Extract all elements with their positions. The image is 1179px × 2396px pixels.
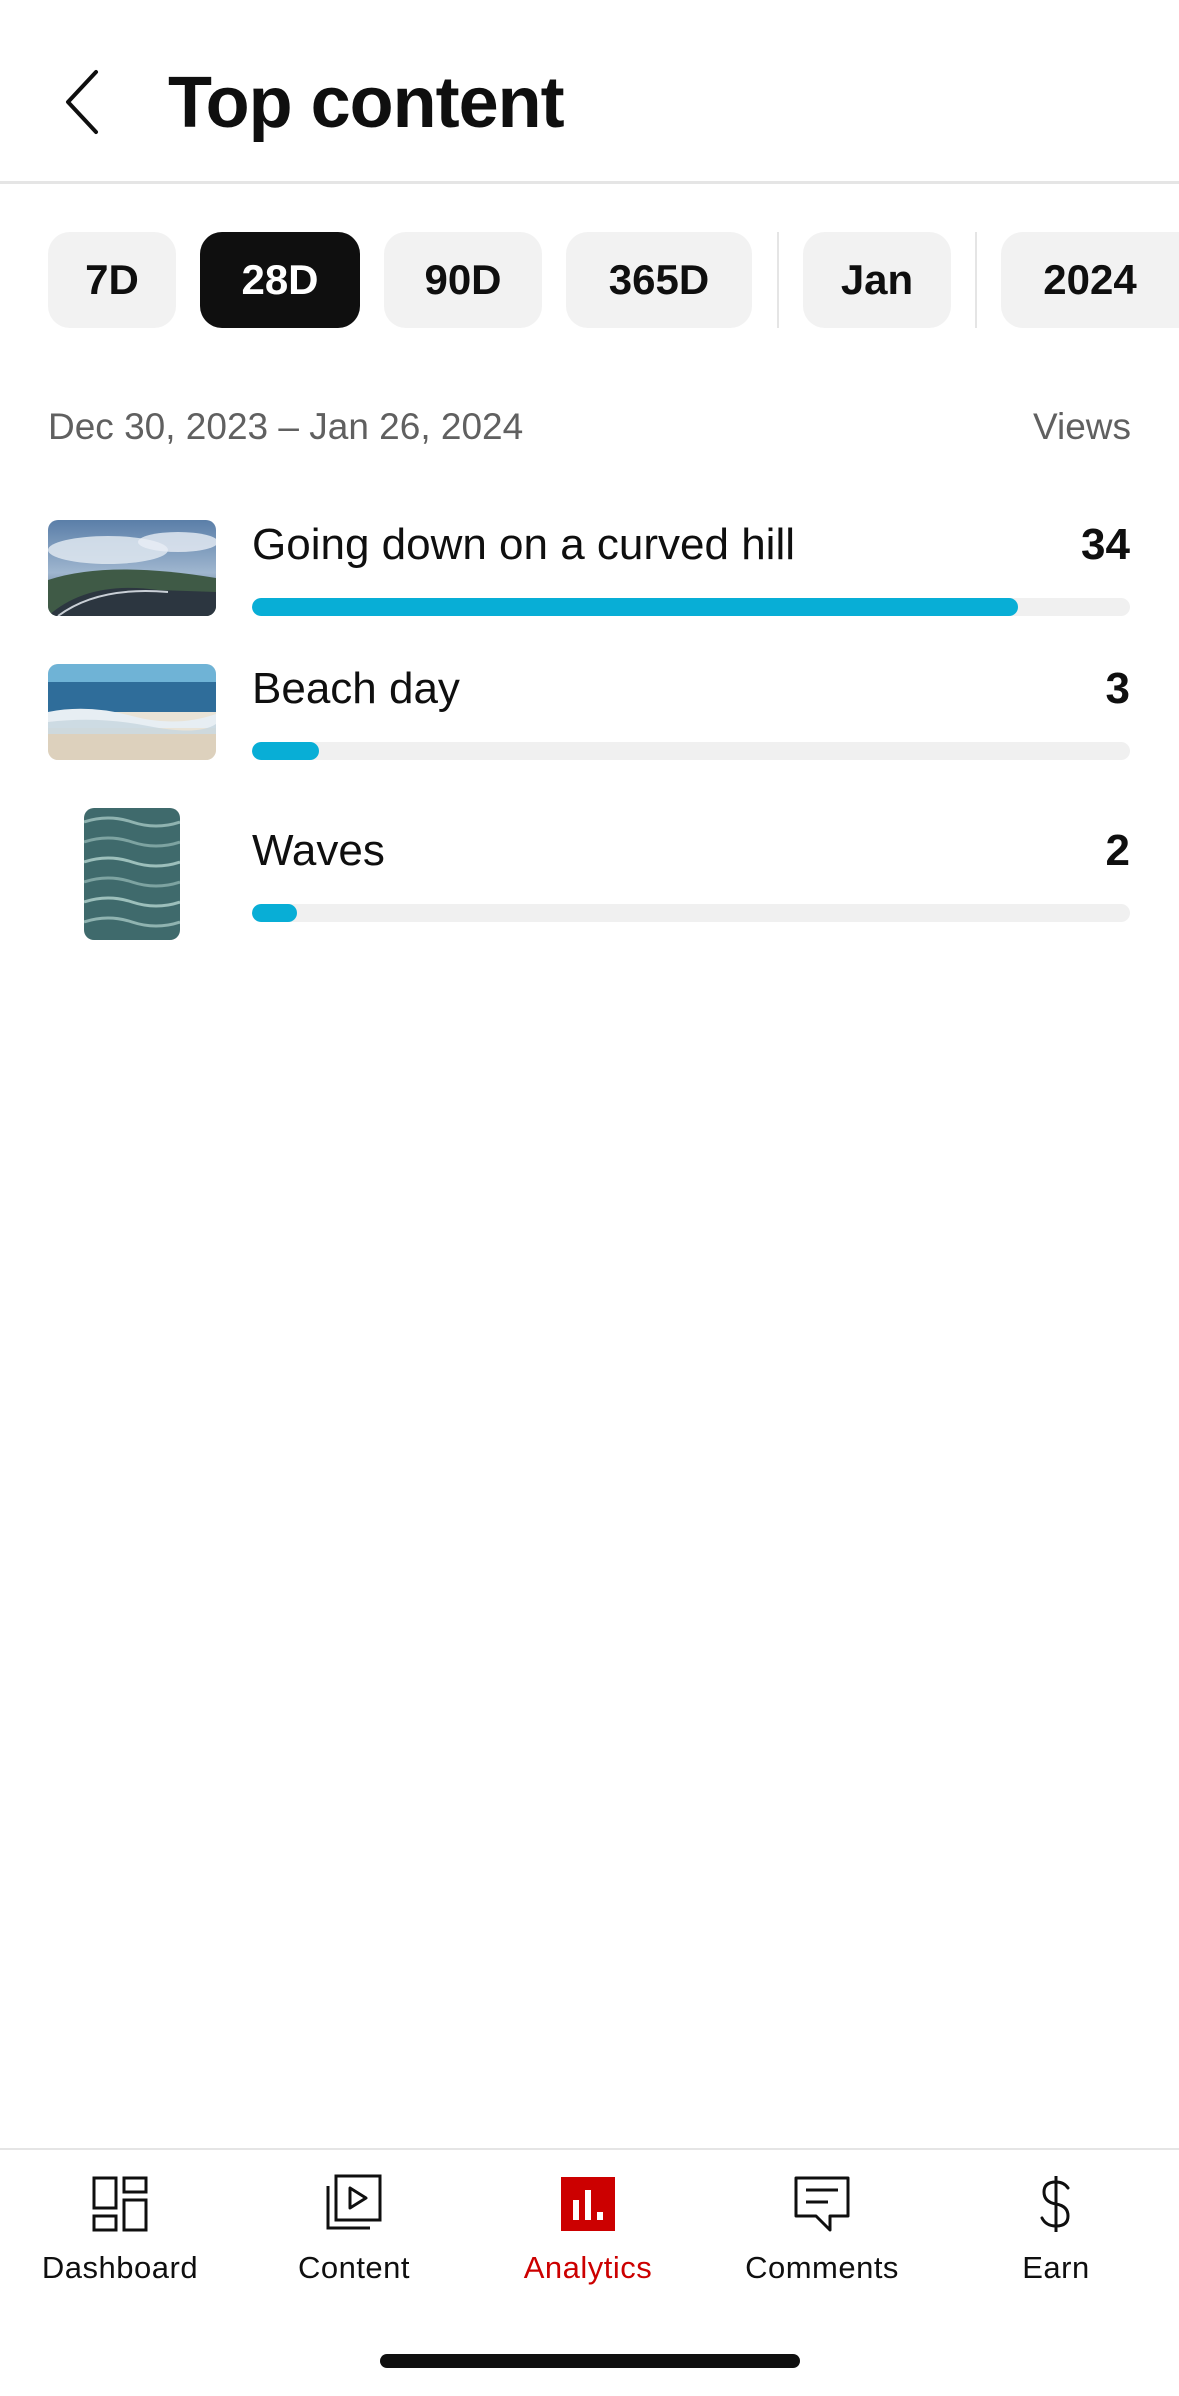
- nav-content[interactable]: Content: [254, 2172, 454, 2312]
- chip-7d[interactable]: 7D: [48, 232, 176, 328]
- nav-dashboard[interactable]: Dashboard: [20, 2172, 220, 2312]
- item-title: Beach day: [252, 664, 460, 713]
- views-bar-fill: [252, 598, 1018, 616]
- views-bar-track: [252, 742, 1130, 760]
- views-bar-fill: [252, 742, 319, 760]
- chip-divider: [975, 232, 977, 328]
- views-bar-fill: [252, 904, 297, 922]
- chip-90d[interactable]: 90D: [384, 232, 542, 328]
- period-chips: 7D 28D 90D 365D Jan 2024: [0, 232, 1179, 330]
- nav-label: Earn: [1022, 2250, 1090, 2285]
- nav-label: Comments: [745, 2250, 899, 2285]
- item-views: 3: [1105, 664, 1130, 713]
- date-range-row: Dec 30, 2023 – Jan 26, 2024 Views: [48, 400, 1131, 456]
- dashboard-icon: [92, 2176, 148, 2232]
- comments-icon: [794, 2176, 850, 2232]
- content-row[interactable]: Going down on a curved hill 34: [0, 520, 1179, 620]
- video-thumbnail: [48, 520, 216, 616]
- chip-365d[interactable]: 365D: [566, 232, 752, 328]
- views-bar-track: [252, 598, 1130, 616]
- nav-label: Analytics: [523, 2250, 653, 2285]
- item-views: 2: [1105, 826, 1130, 875]
- content-row[interactable]: Waves 2: [0, 808, 1179, 948]
- item-title: Waves: [252, 826, 385, 875]
- nav-comments[interactable]: Comments: [722, 2172, 922, 2312]
- metric-label: Views: [1032, 406, 1131, 447]
- video-thumbnail: [48, 664, 216, 760]
- item-views: 34: [1081, 520, 1130, 569]
- nav-label: Dashboard: [41, 2250, 199, 2285]
- chip-divider: [777, 232, 779, 328]
- back-button[interactable]: [40, 50, 124, 154]
- chip-2024[interactable]: 2024: [1001, 232, 1179, 328]
- top-content-screen: Top content 7D 28D 90D 365D Jan 2024 Dec…: [0, 0, 1179, 2396]
- views-bar-track: [252, 904, 1130, 922]
- chip-jan[interactable]: Jan: [803, 232, 951, 328]
- chip-28d[interactable]: 28D: [200, 232, 360, 328]
- dollar-icon: [1040, 2176, 1070, 2232]
- page-title: Top content: [168, 63, 565, 143]
- nav-earn[interactable]: Earn: [956, 2172, 1156, 2312]
- nav-label: Content: [297, 2250, 411, 2285]
- content-row[interactable]: Beach day 3: [0, 664, 1179, 764]
- item-title: Going down on a curved hill: [252, 520, 795, 569]
- analytics-icon: [561, 2177, 615, 2231]
- home-indicator: [380, 2354, 800, 2368]
- date-range: Dec 30, 2023 – Jan 26, 2024: [48, 406, 524, 447]
- content-icon: [326, 2174, 382, 2230]
- header: Top content: [0, 0, 1179, 184]
- nav-analytics[interactable]: Analytics: [488, 2172, 688, 2312]
- video-thumbnail: [84, 808, 180, 940]
- back-arrow-icon: [66, 70, 98, 134]
